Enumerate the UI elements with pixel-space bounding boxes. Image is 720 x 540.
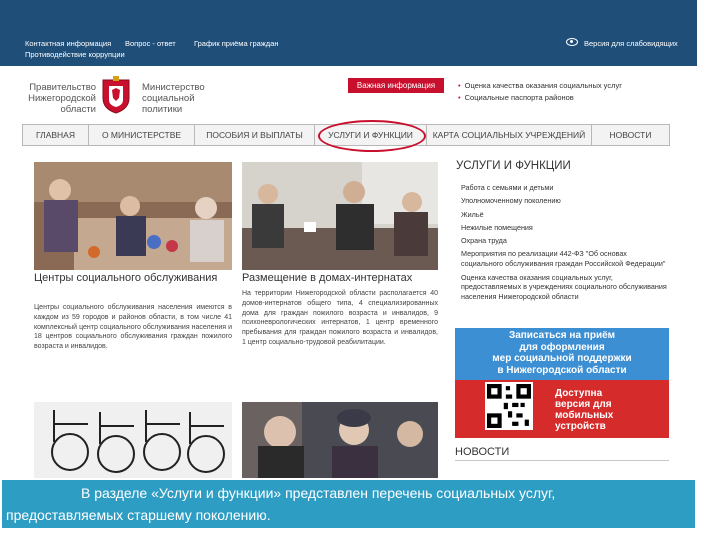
important-info-button[interactable]: Важная информация — [348, 78, 444, 93]
qr-code-icon — [485, 382, 533, 430]
banner-header-line: Записаться на приём — [508, 330, 616, 341]
nav-news[interactable]: НОВОСТИ — [592, 125, 669, 145]
quality-assessment-link[interactable]: Оценка качества оказания социальных услу… — [458, 80, 622, 92]
government-line: Нижегородской — [28, 93, 96, 104]
mobile-line: устройств — [555, 421, 606, 432]
services-title: УСЛУГИ И ФУНКЦИИ — [456, 160, 571, 172]
news-title[interactable]: НОВОСТИ — [455, 446, 669, 461]
card-title-nursing-homes[interactable]: Размещение в домах-интернатах — [242, 272, 438, 285]
ministry-name: Министерство социальной политики — [142, 82, 222, 115]
accessible-version-link[interactable]: Версия для слабовидящих — [584, 39, 678, 48]
banner-header-line: для оформления — [519, 341, 605, 353]
top-bar: Контактная информация Вопрос - ответ Гра… — [0, 0, 720, 66]
service-older-generation[interactable]: Уполномоченному поколению — [461, 196, 669, 206]
nav-benefits[interactable]: ПОСОБИЯ И ВЫПЛАТЫ — [195, 125, 315, 145]
anticorruption-link[interactable]: Противодействие коррупции — [25, 50, 125, 59]
card-text-social-centers: Центры социального обслуживания населени… — [34, 304, 232, 351]
nav-home[interactable]: ГЛАВНАЯ — [23, 125, 89, 145]
ministry-line: Министерство — [142, 82, 205, 93]
reception-schedule-link[interactable]: График приёма граждан — [194, 39, 279, 48]
news-section: НОВОСТИ — [455, 446, 669, 461]
banner-header-line: в Нижегородской области — [497, 364, 627, 376]
photo-elderly-women[interactable] — [242, 402, 438, 478]
service-labor-protection[interactable]: Охрана труда — [461, 236, 669, 246]
nav-institutions-map[interactable]: КАРТА СОЦИАЛЬНЫХ УЧРЕЖДЕНИЙ — [427, 125, 592, 145]
right-margin — [697, 0, 720, 540]
side-links: Оценка качества оказания социальных услу… — [458, 80, 622, 104]
service-quality-assessment[interactable]: Оценка качества оказания социальных услу… — [461, 273, 669, 302]
banner-header-line: мер социальной поддержки — [492, 353, 632, 364]
caption-line-2: предоставляемых старшему поколению. — [6, 507, 271, 523]
service-housing[interactable]: Жильё — [461, 210, 669, 220]
appointment-banner[interactable]: Записаться на приём для оформления мер с… — [455, 328, 669, 438]
mobile-line: версия для — [555, 399, 612, 410]
mobile-version-label: Доступна версия для мобильных устройств — [555, 388, 613, 432]
banner-header: Записаться на приём для оформления мер с… — [455, 330, 669, 376]
ministry-line: социальной — [142, 93, 195, 104]
services-list: Работа с семьями и детьми Уполномоченном… — [461, 183, 669, 305]
government-line: Правительство — [29, 82, 96, 93]
question-answer-link[interactable]: Вопрос - ответ — [125, 39, 176, 48]
nav-about-ministry[interactable]: О МИНИСТЕРСТВЕ — [89, 125, 195, 145]
service-442-fz[interactable]: Мероприятия по реализации 442-ФЗ "Об осн… — [461, 249, 669, 269]
mobile-line: Доступна — [555, 388, 603, 399]
service-family-children[interactable]: Работа с семьями и детьми — [461, 183, 669, 193]
eye-icon[interactable] — [566, 38, 578, 46]
district-passports-link[interactable]: Социальные паспорта районов — [458, 92, 622, 104]
photo-nursing-home-tea[interactable] — [242, 162, 438, 270]
contacts-link[interactable]: Контактная информация — [25, 39, 111, 48]
photo-wheelchairs[interactable] — [34, 402, 232, 478]
government-name: Правительство Нижегородской области — [22, 82, 96, 115]
card-text-nursing-homes: На территории Нижегородской области расп… — [242, 290, 438, 346]
coat-of-arms-icon[interactable] — [100, 76, 132, 114]
mobile-line: мобильных — [555, 410, 614, 421]
card-title-social-centers[interactable]: Центры социального обслуживания — [34, 272, 232, 285]
photo-knitting-seniors[interactable] — [34, 162, 232, 270]
government-line: области — [60, 104, 96, 115]
caption-line-1: В разделе «Услуги и функции» представлен… — [81, 485, 556, 501]
slide-caption: В разделе «Услуги и функции» представлен… — [6, 482, 692, 526]
service-non-residential[interactable]: Нежилые помещения — [461, 223, 669, 233]
highlight-oval — [318, 120, 426, 152]
ministry-line: политики — [142, 104, 183, 115]
